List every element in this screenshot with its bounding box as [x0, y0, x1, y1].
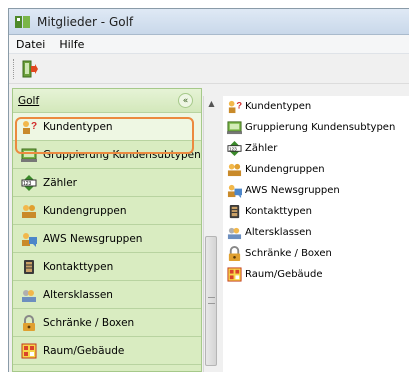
altersklassen-icon	[227, 225, 242, 240]
nav-item-kontakttypen[interactable]: Kontakttypen	[13, 253, 201, 281]
tree-item[interactable]: Schränke / Boxen	[223, 243, 409, 264]
nav-item-label: Raum/Gebäude	[43, 344, 125, 357]
tree-item-label: Schränke / Boxen	[245, 248, 332, 259]
app-icon	[15, 15, 31, 29]
kundengruppen-icon	[21, 203, 37, 219]
altersklassen-icon	[21, 287, 37, 303]
nav-item-gruppierung[interactable]: Gruppierung Kundensubtypen	[13, 141, 201, 169]
nav-item-label: Altersklassen	[43, 288, 113, 301]
gruppierung-icon	[227, 120, 242, 135]
tree-item-label: Altersklassen	[245, 227, 312, 238]
nav-item-label: Kundentypen	[43, 120, 113, 133]
newsgruppen-icon	[21, 231, 37, 247]
zaehler-icon: 123	[227, 141, 242, 156]
vertical-scrollbar[interactable]: ▲	[203, 96, 218, 372]
nav-item-label: Zähler	[43, 176, 77, 189]
collapse-icon[interactable]: «	[178, 93, 193, 108]
nav-item-label: Schränke / Boxen	[43, 316, 135, 329]
nav-item-kundentypen[interactable]: ? Kundentypen	[13, 113, 201, 141]
menu-datei[interactable]: Datei	[9, 38, 52, 51]
nav-item-raum[interactable]: Raum/Gebäude	[13, 337, 201, 365]
tree-item[interactable]: AWS Newsgruppen	[223, 180, 409, 201]
schraenke-icon	[227, 246, 242, 261]
tree-item[interactable]: Kundengruppen	[223, 159, 409, 180]
scroll-up-icon[interactable]: ▲	[204, 96, 219, 111]
raum-icon	[21, 343, 37, 359]
tree-item[interactable]: Kontakttypen	[223, 201, 409, 222]
tree-item-label: Kundengruppen	[245, 164, 325, 175]
svg-text:123: 123	[229, 146, 237, 151]
tree-view: ? Kundentypen Gruppierung Kundensubtypen…	[223, 96, 409, 372]
nav-header-label[interactable]: Golf	[18, 95, 39, 107]
nav-header[interactable]: Golf «	[13, 89, 201, 113]
nav-item-label: Gruppierung Kundensubtypen	[43, 148, 201, 161]
tree-item[interactable]: Altersklassen	[223, 222, 409, 243]
tree-item-label: Kontakttypen	[245, 206, 312, 217]
nav-list: ? Kundentypen Gruppierung Kundensubtypen…	[13, 113, 201, 365]
tree-item[interactable]: Raum/Gebäude	[223, 264, 409, 285]
navigation-pane: Golf « ? Kundentypen Gruppierung Kundens…	[12, 88, 202, 372]
exit-icon	[21, 60, 39, 78]
kundengruppen-icon	[227, 162, 242, 177]
tree-item-label: Raum/Gebäude	[245, 269, 323, 280]
nav-item-newsgruppen[interactable]: AWS Newsgruppen	[13, 225, 201, 253]
nav-item-schraenke[interactable]: Schränke / Boxen	[13, 309, 201, 337]
svg-text:?: ?	[31, 121, 37, 132]
nav-item-label: AWS Newsgruppen	[43, 232, 143, 245]
tree-item-label: Kundentypen	[245, 101, 312, 112]
scroll-thumb[interactable]	[205, 236, 217, 366]
toolbar	[9, 54, 409, 84]
schraenke-icon	[21, 314, 37, 331]
nav-item-label: Kundengruppen	[43, 204, 127, 217]
tree-item[interactable]: 123 Zähler	[223, 138, 409, 159]
nav-item-label: Kontakttypen	[43, 260, 114, 273]
tree-item[interactable]: Gruppierung Kundensubtypen	[223, 117, 409, 138]
kundentypen-icon: ?	[227, 99, 242, 114]
title-bar[interactable]: Mitglieder - Golf	[9, 9, 409, 35]
gruppierung-icon	[21, 147, 37, 163]
menu-bar: Datei Hilfe	[9, 35, 409, 54]
nav-item-zaehler[interactable]: 123 Zähler	[13, 169, 201, 197]
tree-item[interactable]: ? Kundentypen	[223, 96, 409, 117]
nav-item-altersklassen[interactable]: Altersklassen	[13, 281, 201, 309]
kontakttypen-icon	[227, 204, 242, 219]
kontakttypen-icon	[21, 259, 37, 275]
menu-hilfe[interactable]: Hilfe	[52, 38, 91, 51]
exit-button[interactable]	[20, 59, 40, 79]
zaehler-icon: 123	[21, 174, 37, 191]
svg-text:123: 123	[23, 181, 32, 187]
tree-item-label: Zähler	[245, 143, 278, 154]
nav-item-kundengruppen[interactable]: Kundengruppen	[13, 197, 201, 225]
window-title: Mitglieder - Golf	[37, 14, 134, 29]
tree-item-label: AWS Newsgruppen	[245, 185, 340, 196]
toolbar-grip[interactable]	[13, 58, 16, 79]
svg-text:?: ?	[236, 100, 242, 110]
newsgruppen-icon	[227, 183, 242, 198]
kundentypen-icon: ?	[21, 119, 37, 135]
raum-icon	[227, 267, 242, 282]
tree-item-label: Gruppierung Kundensubtypen	[245, 122, 396, 133]
